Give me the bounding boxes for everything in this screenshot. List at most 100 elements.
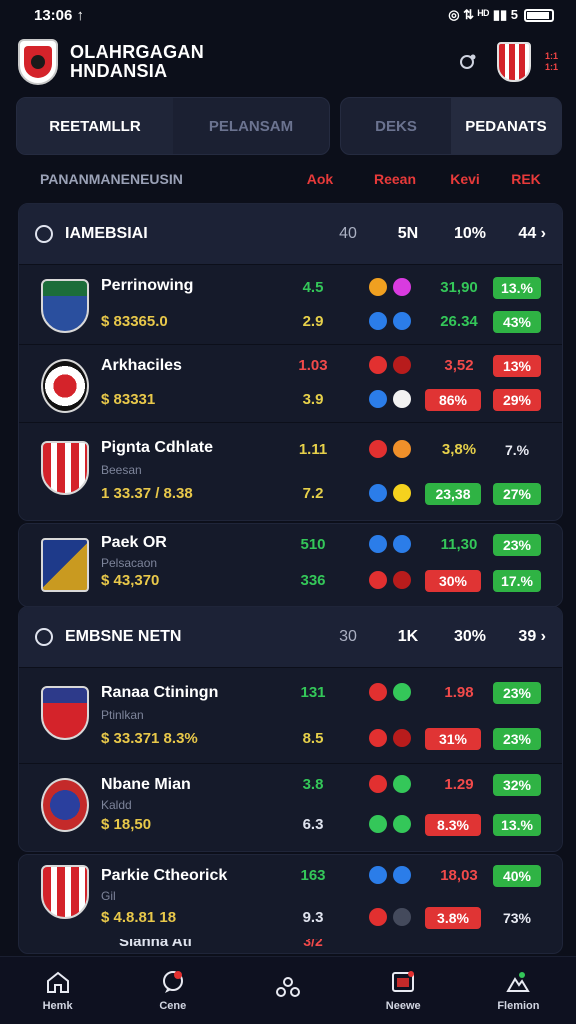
nav-news[interactable]: Neewe <box>346 957 461 1024</box>
battery-icon <box>524 8 554 22</box>
nav-group[interactable] <box>230 957 345 1024</box>
peek-row: Sianna Ati 3/2 <box>19 939 562 953</box>
team-value: $ 43,370 <box>101 572 160 589</box>
team-sub: Kaldd <box>101 798 132 812</box>
column-h4[interactable]: REK <box>490 171 562 187</box>
tab-right-0[interactable]: DEKS <box>341 98 451 154</box>
tab-left-0[interactable]: REETAMLLR <box>17 98 173 154</box>
table-row[interactable]: Pignta Cdhlate Beesan 1 33.37 / 8.38 1.1… <box>19 422 562 520</box>
team-crest-icon <box>41 359 89 413</box>
table-row[interactable]: Nbane Mian Kaldd $ 18,50 3.8 6.3 1.29 8.… <box>19 763 562 851</box>
section-n4: 44 › <box>518 225 546 242</box>
team-name: Arkhaciles <box>101 357 182 374</box>
table-row[interactable]: Ranaa Ctiningn Ptinlkan $ 33.371 8.3% 13… <box>19 667 562 763</box>
percent-badge: 13.% <box>493 814 541 836</box>
stat-d-badge: 8.3% <box>425 814 481 836</box>
home-icon <box>45 970 71 994</box>
stat-b: 8.5 <box>302 730 324 747</box>
column-h2[interactable]: Reean <box>350 171 440 187</box>
table-row[interactable]: Parkie Ctheorick Gil $ 4.8.81 18 163 9.3… <box>19 855 562 939</box>
team-name: Nbane Mian <box>101 776 191 793</box>
nav-label: Cene <box>159 999 187 1012</box>
form-dots <box>369 571 413 589</box>
team-name: Ranaa Ctiningn <box>101 684 219 701</box>
nav-label: Neewe <box>385 999 421 1012</box>
stat-b: 9.3 <box>302 909 324 926</box>
form-dots <box>369 484 413 502</box>
stat-b: 3.9 <box>302 391 324 408</box>
league-section-1-continued: Paek OR Pelsacaon $ 43,370 510 336 11,30… <box>18 523 563 607</box>
stat-a: 510 <box>300 536 326 553</box>
news-icon <box>390 970 416 994</box>
app-bar: OLAHRGAGAN HNDANSIA 1:1 1:1 <box>0 30 576 94</box>
form-dots <box>369 390 413 408</box>
tabs-row: REETAMLLR PELANSAM DEKS PEDANATS <box>16 97 562 155</box>
form-dots <box>369 312 413 330</box>
section-n4: 39 › <box>518 628 546 645</box>
status-time: 13:06 ↑ <box>34 6 85 24</box>
percent-badge: 13% <box>493 355 541 377</box>
nav-trophy[interactable]: Flemion <box>461 957 576 1024</box>
section-name: EMBSNE NETN <box>65 628 182 645</box>
table-row[interactable]: Paek OR Pelsacaon $ 43,370 510 336 11,30… <box>19 524 562 606</box>
form-dots <box>369 729 413 747</box>
league-section-1: IAMEBSIAI 40 5N 10% 44 › Perrinowing $ 8… <box>18 203 563 521</box>
column-h3[interactable]: Kevi <box>440 171 490 187</box>
team-sub: Ptinlkan <box>101 708 144 722</box>
team-value: $ 33.371 8.3% <box>101 730 198 747</box>
settings-icon[interactable] <box>453 47 483 77</box>
team-crest-icon <box>41 279 89 333</box>
column-header: PANANMANENEUSIN Aok Reean Kevi REK <box>16 162 562 196</box>
percent-badge: 43% <box>493 311 541 333</box>
stat-d-badge: 86% <box>425 389 481 411</box>
column-h1[interactable]: Aok <box>290 171 350 187</box>
section-n1: 30 <box>339 628 357 645</box>
team-crest-icon <box>41 865 89 919</box>
app-title-line2: HNDANSIA <box>70 61 168 81</box>
team-sub: Gil <box>101 889 116 903</box>
stat-a: 131 <box>300 684 326 701</box>
stat-c: 1.29 <box>444 776 474 793</box>
tab-left-1[interactable]: PELANSAM <box>173 98 329 154</box>
mini-score-line1: 1:1 <box>544 51 558 61</box>
league-icon <box>35 225 53 243</box>
tab-right-1[interactable]: PEDANATS <box>451 98 561 154</box>
percent-badge: 7.% <box>504 442 530 458</box>
form-dots <box>369 908 413 926</box>
nav-home[interactable]: Hemk <box>0 957 115 1024</box>
team-value: $ 4.8.81 18 <box>101 909 177 926</box>
percent-badge: 29% <box>493 389 541 411</box>
status-bar: 13:06 ↑ ◎ ⇅ ᴴᴰ ▮▮ 5 <box>0 0 576 30</box>
team-value: 1 33.37 / 8.38 <box>101 485 193 502</box>
form-dots <box>369 683 413 701</box>
trophy-icon <box>505 970 531 994</box>
group-icon <box>275 976 301 1000</box>
team-crest-icon <box>41 441 89 495</box>
stat-c: 11,30 <box>440 536 478 553</box>
section-header[interactable]: IAMEBSIAI 40 5N 10% 44 › <box>19 204 562 264</box>
nav-chat[interactable]: Cene <box>115 957 230 1024</box>
club-crest-icon[interactable] <box>496 42 531 82</box>
section-n3: 30% <box>453 628 487 645</box>
nav-label: Flemion <box>497 999 540 1012</box>
table-row[interactable]: Perrinowing $ 83365.0 4.5 2.9 31,90 26.3… <box>19 264 562 344</box>
table-row[interactable]: Arkhaciles $ 83331 1.03 3.9 3,52 86% 13%… <box>19 344 562 422</box>
stat-d-badge: 30% <box>425 570 481 592</box>
status-icons: ◎ ⇅ ᴴᴰ ▮▮ 5 <box>448 7 554 23</box>
stat-b: 7.2 <box>302 485 324 502</box>
section-header[interactable]: EMBSNE NETN 30 1K 30% 39 › <box>19 607 562 667</box>
stat-c: 18,03 <box>440 867 478 884</box>
team-name: Parkie Ctheorick <box>101 867 228 884</box>
team-value: $ 83331 <box>101 391 156 408</box>
stat-b: 6.3 <box>302 816 324 833</box>
section-n3: 10% <box>453 225 487 242</box>
peek-stat: 3/2 <box>303 939 323 949</box>
section-n2: 5N <box>397 225 419 242</box>
status-icons-text: ◎ ⇅ ᴴᴰ ▮▮ 5 <box>448 7 518 22</box>
team-crest-icon <box>41 686 89 740</box>
stat-d: 26.34 <box>440 313 478 330</box>
peek-team-name: Sianna Ati <box>119 939 192 950</box>
bottom-nav: Hemk Cene Neewe Flemion <box>0 956 576 1024</box>
team-value: $ 83365.0 <box>101 313 168 330</box>
stat-a: 1.03 <box>298 357 328 374</box>
